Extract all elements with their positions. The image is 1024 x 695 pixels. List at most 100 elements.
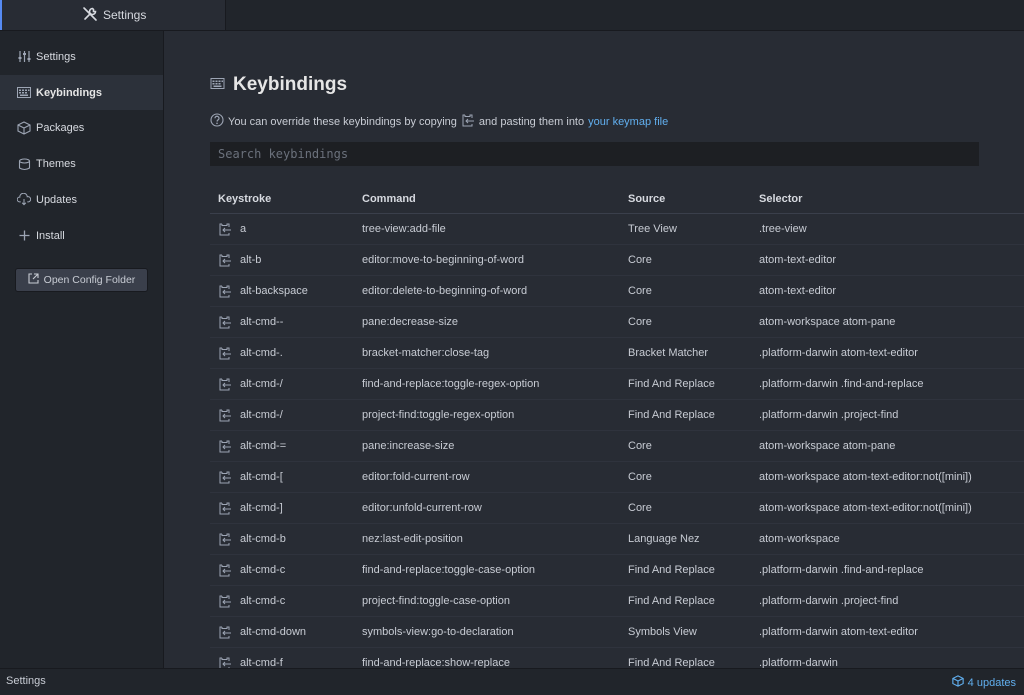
tab-title: Settings (103, 8, 147, 22)
copy-keybinding-icon[interactable] (218, 532, 232, 546)
sidebar-item-keybindings[interactable]: Keybindings (0, 75, 163, 110)
copy-keybinding-icon[interactable] (218, 501, 232, 515)
copy-keybinding-icon[interactable] (218, 625, 232, 639)
open-config-folder-button[interactable]: Open Config Folder (15, 268, 148, 292)
table-row: a tree-view:add-file Tree View .tree-view (210, 214, 1024, 245)
copy-keybinding-icon[interactable] (218, 594, 232, 608)
keystroke-cell: alt-cmd-/ (218, 400, 283, 430)
table-row: alt-cmd-/ project-find:toggle-regex-optio… (210, 400, 1024, 431)
keystroke-text: alt-cmd-down (240, 626, 307, 638)
keystroke-text: alt-cmd-/ (240, 409, 283, 421)
keybindings-description: You can override these keybindings by co… (210, 113, 668, 130)
status-bar: Settings 4 updates (0, 668, 1024, 695)
selector-cell: atom-workspace atom-text-editor:not([min… (759, 471, 972, 483)
table-header: Keystroke Command Source Selector (210, 184, 1024, 214)
table-row: alt-cmd-. bracket-matcher:close-tag Bracke… (210, 338, 1024, 369)
command-cell: project-find:toggle-regex-option (362, 409, 515, 421)
sidebar-item-label: Keybindings (36, 86, 103, 99)
table-row: alt-cmd-= pane:increase-size Core atom-work… (210, 431, 1024, 462)
search-keybindings-input[interactable] (210, 142, 979, 166)
source-cell: Language Nez (628, 533, 700, 545)
keystroke-text: alt-cmd-= (240, 440, 287, 452)
keyboard-icon (17, 86, 31, 100)
settings-sidebar: Settings Keybindings Packages Themes Upd… (0, 31, 164, 668)
selector-cell: .tree-view (759, 223, 807, 235)
copy-keybinding-icon[interactable] (218, 222, 232, 236)
updates-count: 4 updates (967, 676, 1016, 689)
sliders-icon (17, 50, 31, 64)
keystroke-cell: alt-cmd-c (218, 586, 285, 616)
page-title: Keybindings (210, 74, 347, 96)
copy-keybinding-icon[interactable] (218, 470, 232, 484)
tab-settings[interactable]: Settings (0, 0, 226, 30)
sidebar-item-label: Packages (36, 121, 85, 134)
sidebar-item-label: Themes (36, 157, 76, 170)
table-row: alt-cmd-b nez:last-edit-position Language … (210, 524, 1024, 555)
source-cell: Core (628, 316, 652, 328)
column-header-selector[interactable]: Selector (759, 184, 802, 213)
command-cell: tree-view:add-file (362, 223, 446, 235)
source-cell: Find And Replace (628, 409, 715, 421)
source-cell: Find And Replace (628, 595, 715, 607)
table-row: alt-cmd-- pane:decrease-size Core atom-work… (210, 307, 1024, 338)
table-row: alt-cmd-c project-find:toggle-case-option… (210, 586, 1024, 617)
keystroke-cell: alt-cmd-- (218, 307, 283, 337)
keystroke-text: alt-cmd-c (240, 595, 286, 607)
source-cell: Core (628, 440, 652, 452)
copy-keybinding-icon[interactable] (218, 563, 232, 577)
sidebar-item-install[interactable]: Install (0, 218, 163, 253)
table-row: alt-backspace editor:delete-to-beginning-… (210, 276, 1024, 307)
copy-keybinding-icon[interactable] (218, 253, 232, 267)
keystroke-cell: alt-cmd-/ (218, 369, 283, 399)
keystroke-cell: alt-cmd-b (218, 524, 286, 554)
sidebar-item-label: Settings (36, 50, 76, 63)
copy-keybinding-icon[interactable] (218, 439, 232, 453)
selector-cell: .platform-darwin .project-find (759, 595, 899, 607)
copy-keybinding-icon[interactable] (218, 408, 232, 422)
sidebar-item-settings[interactable]: Settings (0, 39, 163, 74)
sidebar-item-label: Updates (36, 193, 77, 206)
command-cell: nez:last-edit-position (362, 533, 463, 545)
copy-keybinding-icon[interactable] (218, 284, 232, 298)
copy-keybinding-icon[interactable] (218, 377, 232, 391)
column-header-source[interactable]: Source (628, 184, 665, 213)
copy-keybinding-icon[interactable] (218, 315, 232, 329)
keystroke-text: alt-cmd-. (240, 347, 283, 359)
column-header-keystroke[interactable]: Keystroke (218, 184, 271, 213)
selector-cell: .platform-darwin (759, 657, 838, 668)
selector-cell: atom-text-editor (759, 285, 837, 297)
keyboard-icon (210, 78, 225, 92)
keystroke-cell: alt-cmd-c (218, 555, 285, 585)
selector-cell: atom-workspace atom-pane (759, 440, 896, 452)
keystroke-text: alt-cmd-b (240, 533, 286, 545)
sidebar-item-updates[interactable]: Updates (0, 182, 163, 217)
selector-cell: atom-workspace atom-text-editor:not([min… (759, 502, 972, 514)
status-file-label[interactable]: Settings (6, 675, 46, 687)
copy-keybinding-icon[interactable] (218, 346, 232, 360)
updates-indicator[interactable]: 4 updates (951, 675, 1016, 690)
link-external-icon (28, 273, 39, 287)
copy-keybinding-icon[interactable] (218, 656, 232, 668)
source-cell: Core (628, 502, 652, 514)
keystroke-cell: alt-b (218, 245, 261, 275)
table-row: alt-cmd-/ find-and-replace:toggle-regex-o… (210, 369, 1024, 400)
sidebar-item-themes[interactable]: Themes (0, 146, 163, 181)
table-row: alt-cmd-c find-and-replace:toggle-case-op… (210, 555, 1024, 586)
source-cell: Core (628, 285, 652, 297)
command-cell: editor:unfold-current-row (362, 502, 482, 514)
source-cell: Symbols View (628, 626, 697, 638)
keystroke-text: alt-cmd-c (240, 564, 286, 576)
column-header-command[interactable]: Command (362, 184, 416, 213)
sidebar-item-packages[interactable]: Packages (0, 110, 163, 145)
package-icon (17, 120, 31, 135)
keystroke-text: alt-b (240, 254, 262, 266)
description-text: and pasting them into (478, 115, 585, 128)
source-cell: Bracket Matcher (628, 347, 709, 359)
source-cell: Tree View (628, 223, 677, 235)
table-row: alt-b editor:move-to-beginning-of-word Cor… (210, 245, 1024, 276)
keystroke-text: alt-cmd-- (240, 316, 284, 328)
keystroke-cell: alt-cmd-f (218, 648, 283, 668)
keymap-file-link[interactable]: your keymap file (588, 116, 668, 128)
keystroke-text: alt-cmd-f (240, 657, 283, 668)
keystroke-cell: a (218, 214, 246, 244)
